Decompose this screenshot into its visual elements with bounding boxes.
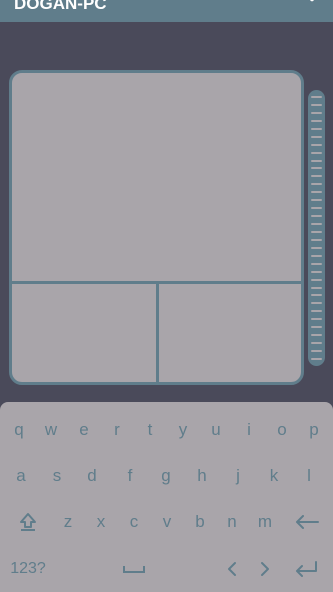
- arrow-right-icon[interactable]: [253, 549, 277, 589]
- key-c[interactable]: c: [118, 502, 150, 542]
- app-title: DOGAN-PC: [14, 0, 107, 13]
- shift-icon[interactable]: [10, 502, 46, 542]
- scroll-strip-line: [311, 175, 322, 178]
- scroll-strip-line: [311, 207, 322, 210]
- scroll-strip-line: [311, 199, 322, 202]
- scroll-strip-line: [311, 215, 322, 218]
- key-e[interactable]: e: [68, 410, 100, 450]
- scroll-strip-line: [311, 294, 322, 297]
- key-q[interactable]: q: [3, 410, 35, 450]
- key-p[interactable]: p: [298, 410, 330, 450]
- scroll-strip-line: [311, 183, 322, 186]
- key-w[interactable]: w: [35, 410, 67, 450]
- scroll-strip-line: [311, 318, 322, 321]
- key-b[interactable]: b: [184, 502, 216, 542]
- key-u[interactable]: u: [200, 410, 232, 450]
- touchpad-surface[interactable]: [12, 73, 301, 282]
- keyboard: q w e r t y u i o p a s d f g h j k l z …: [0, 402, 333, 592]
- key-s[interactable]: s: [41, 456, 73, 496]
- key-j[interactable]: j: [222, 456, 254, 496]
- key-a[interactable]: a: [5, 456, 37, 496]
- scroll-strip-line: [311, 159, 322, 162]
- key-f[interactable]: f: [114, 456, 146, 496]
- arrow-left-icon[interactable]: [220, 549, 244, 589]
- key-r[interactable]: r: [101, 410, 133, 450]
- scroll-strip-line: [311, 286, 322, 289]
- scroll-strip-line: [311, 151, 322, 154]
- space-key[interactable]: [112, 549, 156, 589]
- key-g[interactable]: g: [150, 456, 182, 496]
- keyboard-row-1: q w e r t y u i o p: [0, 410, 333, 450]
- backspace-icon[interactable]: [289, 502, 325, 542]
- keyboard-row-4: 123?: [0, 549, 333, 589]
- scroll-strip-line: [311, 254, 322, 257]
- key-y[interactable]: y: [167, 410, 199, 450]
- more-options-icon[interactable]: [305, 0, 319, 14]
- scroll-strip-line: [311, 191, 322, 194]
- key-k[interactable]: k: [258, 456, 290, 496]
- key-i[interactable]: i: [233, 410, 265, 450]
- scroll-strip-line: [311, 103, 322, 106]
- key-m[interactable]: m: [249, 502, 281, 542]
- key-z[interactable]: z: [52, 502, 84, 542]
- key-h[interactable]: h: [186, 456, 218, 496]
- key-v[interactable]: v: [151, 502, 183, 542]
- left-click-button[interactable]: [12, 284, 156, 382]
- scroll-strip-line: [311, 238, 322, 241]
- scroll-strip-line: [311, 230, 322, 233]
- scroll-strip-line: [311, 96, 322, 98]
- scroll-strip-line: [311, 310, 322, 313]
- scroll-strip-line: [311, 302, 322, 305]
- screen: DOGAN-PC q w e r t y u i o p a s d f g h…: [0, 0, 333, 592]
- scroll-strip-line: [311, 357, 322, 360]
- key-t[interactable]: t: [134, 410, 166, 450]
- scroll-strip-line: [311, 143, 322, 146]
- keyboard-row-2: a s d f g h j k l: [0, 456, 333, 496]
- keyboard-row-3: z x c v b n m: [0, 502, 333, 542]
- scroll-strip-line: [311, 342, 322, 345]
- scroll-strip-line: [311, 334, 322, 337]
- key-d[interactable]: d: [76, 456, 108, 496]
- key-o[interactable]: o: [266, 410, 298, 450]
- scroll-strip-line: [311, 135, 322, 138]
- symbols-key[interactable]: 123?: [4, 549, 52, 589]
- scroll-strip-line: [311, 167, 322, 170]
- scroll-strip-line: [311, 119, 322, 122]
- enter-icon[interactable]: [288, 549, 324, 589]
- scroll-strip-line: [311, 262, 322, 265]
- right-click-button[interactable]: [159, 284, 301, 382]
- scroll-strip-line: [311, 111, 322, 114]
- key-l[interactable]: l: [293, 456, 325, 496]
- scroll-strip[interactable]: [308, 90, 325, 366]
- scroll-strip-line: [311, 246, 322, 249]
- scroll-strip-line: [311, 350, 322, 352]
- touchpad[interactable]: [9, 70, 304, 385]
- scroll-strip-line: [311, 270, 322, 273]
- app-bar: DOGAN-PC: [0, 0, 333, 22]
- scroll-strip-line: [311, 278, 322, 281]
- scroll-strip-line: [311, 326, 322, 329]
- key-x[interactable]: x: [85, 502, 117, 542]
- key-n[interactable]: n: [216, 502, 248, 542]
- scroll-strip-line: [311, 223, 322, 225]
- scroll-strip-line: [311, 127, 322, 130]
